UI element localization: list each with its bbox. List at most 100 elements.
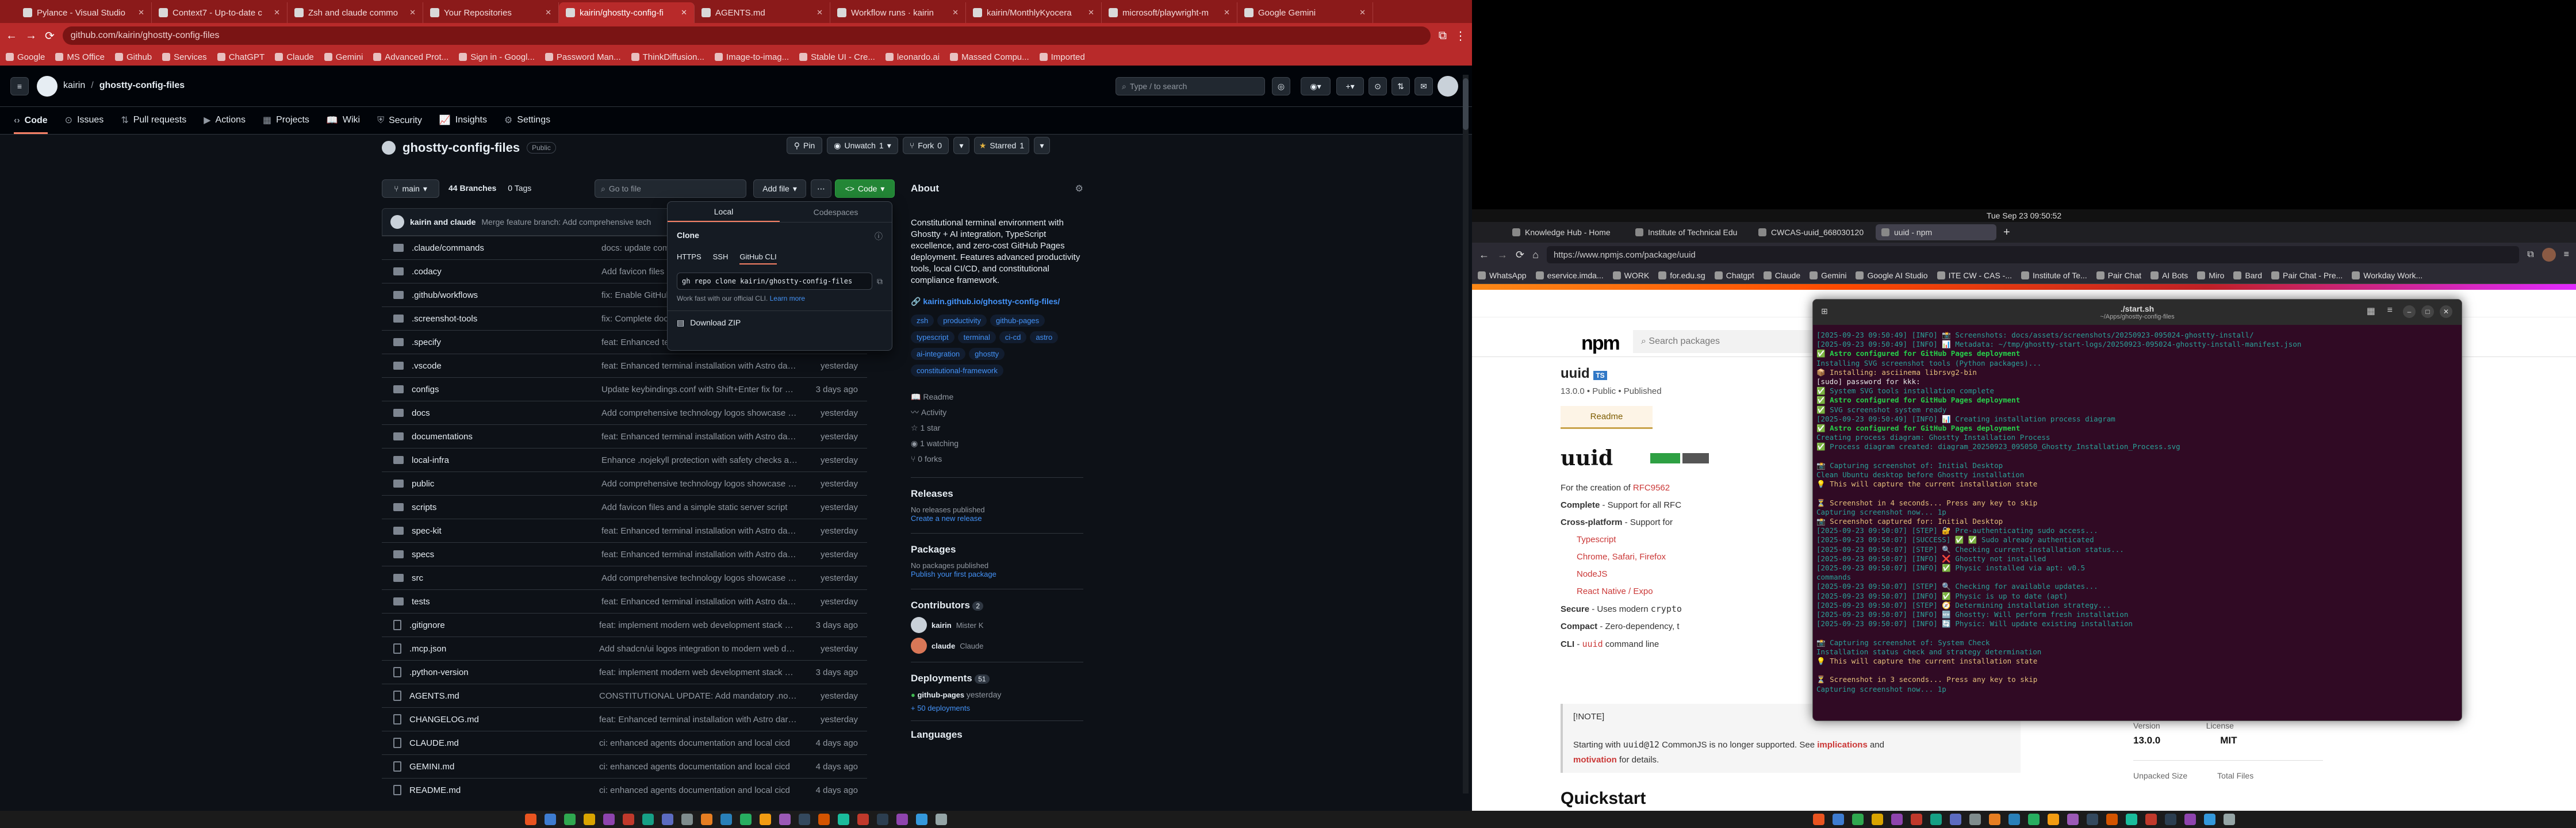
app-launcher-icon[interactable] (936, 814, 947, 825)
tab-local[interactable]: Local (668, 202, 780, 222)
browser-tab[interactable]: Pylance - Visual Studio ✕ (16, 2, 152, 23)
close-tab-icon[interactable]: ✕ (816, 8, 823, 17)
npm-logo[interactable]: npm (1581, 332, 1620, 355)
bookmark-item[interactable]: Password Man... (545, 52, 621, 62)
bookmark-item[interactable]: Miro (2197, 271, 2224, 280)
commit-authors[interactable]: kairin and claude (410, 217, 476, 227)
bookmark-item[interactable]: Sign in - Googl... (459, 52, 535, 62)
table-row[interactable]: .python-version feat: implement modern we… (382, 660, 867, 684)
table-row[interactable]: .vscode feat: Enhanced terminal installat… (382, 354, 867, 377)
browser-tab[interactable]: AGENTS.md ✕ (695, 2, 830, 23)
table-row[interactable]: local-infra Enhance .nojekyll protection … (382, 448, 867, 471)
file-name[interactable]: .vscode (412, 361, 601, 371)
notifications-icon[interactable]: ✉ (1414, 77, 1433, 95)
app-launcher-icon[interactable] (2008, 814, 2020, 825)
file-name[interactable]: scripts (412, 503, 601, 512)
topic-tag[interactable]: astro (1030, 331, 1059, 343)
extensions-icon[interactable]: ⧉ (2527, 250, 2533, 260)
browser-tab[interactable]: kairin/MonthlyKyocera ✕ (966, 2, 1102, 23)
platform-link[interactable]: Chrome, Safari, Firefox (1561, 549, 1733, 566)
app-launcher-icon[interactable] (681, 814, 693, 825)
app-launcher-icon[interactable] (818, 814, 830, 825)
bookmark-item[interactable]: Github (114, 52, 152, 62)
new-tab-icon[interactable]: ⊞ (1821, 306, 1828, 316)
app-launcher-icon[interactable] (1950, 814, 1961, 825)
motivation-link[interactable]: motivation (1573, 755, 1617, 765)
commit-message[interactable]: feat: Enhanced terminal installation wit… (599, 715, 798, 724)
app-launcher-icon[interactable] (1833, 814, 1844, 825)
commit-message[interactable]: Add shadcn/ui logos integration to moder… (599, 644, 798, 654)
tab-codespaces[interactable]: Codespaces (780, 202, 892, 222)
app-launcher-icon[interactable] (740, 814, 752, 825)
app-launcher-icon[interactable] (2224, 814, 2235, 825)
app-launcher-icon[interactable] (564, 814, 576, 825)
tab-wiki[interactable]: 📖 Wiki (327, 114, 360, 134)
app-launcher-icon[interactable] (1911, 814, 1922, 825)
table-row[interactable]: tests feat: Enhanced terminal installatio… (382, 589, 867, 613)
commit-message[interactable]: ci: enhanced agents documentation and lo… (599, 785, 798, 795)
forward-icon[interactable]: → (1497, 249, 1508, 261)
app-launcher-icon[interactable] (1930, 814, 1942, 825)
tab-insights[interactable]: 📈 Insights (439, 114, 487, 134)
hamburger-button[interactable]: ≡ (10, 77, 29, 95)
close-tab-icon[interactable]: ✕ (681, 8, 687, 17)
bookmark-item[interactable]: ITE CW - CAS -... (1937, 271, 2012, 280)
browser-tab[interactable]: uuid - npm (1876, 224, 1996, 240)
app-launcher-icon[interactable] (662, 814, 673, 825)
bookmark-item[interactable]: leonardo.ai (885, 52, 940, 62)
bookmark-item[interactable]: Stable UI - Cre... (799, 52, 875, 62)
app-launcher-icon[interactable] (720, 814, 732, 825)
table-row[interactable]: .mcp.json Add shadcn/ui logos integration… (382, 637, 867, 660)
file-name[interactable]: .screenshot-tools (412, 314, 601, 324)
table-row[interactable]: spec-kit feat: Enhanced terminal installa… (382, 519, 867, 542)
table-row[interactable]: public Add comprehensive technology logos… (382, 471, 867, 495)
commit-message[interactable]: feat: Enhanced terminal installation wit… (601, 597, 798, 607)
browser-tab[interactable]: Knowledge Hub - Home (1506, 224, 1627, 240)
file-name[interactable]: AGENTS.md (409, 691, 599, 701)
close-tab-icon[interactable]: ✕ (138, 8, 144, 17)
file-name[interactable]: spec-kit (412, 526, 601, 536)
pin-button[interactable]: ⚲ Pin (787, 137, 822, 154)
topic-tag[interactable]: terminal (957, 331, 996, 343)
topic-tag[interactable]: ci-cd (999, 331, 1027, 343)
app-launcher-icon[interactable] (623, 814, 634, 825)
deployments-title[interactable]: Deployments (911, 673, 972, 684)
tab-issues[interactable]: ⊙ Issues (65, 114, 104, 134)
fork-menu-button[interactable]: ▾ (953, 137, 969, 154)
close-button[interactable]: ✕ (2440, 305, 2452, 318)
file-name[interactable]: .github/workflows (412, 290, 601, 300)
file-name[interactable]: .specify (412, 338, 601, 347)
split-icon[interactable]: ▦ (2367, 305, 2375, 317)
owner-link[interactable]: kairin (63, 80, 85, 91)
bookmark-item[interactable]: eservice.imda... (1535, 271, 1604, 280)
file-name[interactable]: CHANGELOG.md (409, 715, 599, 724)
bookmark-item[interactable]: Workday Work... (2352, 271, 2422, 280)
file-name[interactable]: .codacy (412, 267, 601, 277)
app-launcher-icon[interactable] (2087, 814, 2098, 825)
close-tab-icon[interactable]: ✕ (1088, 8, 1094, 17)
address-bar[interactable]: github.com/kairin/ghostty-config-files (62, 26, 1431, 45)
bookmark-item[interactable]: AI Bots (2150, 271, 2188, 280)
app-launcher-icon[interactable] (2126, 814, 2137, 825)
file-name[interactable]: .gitignore (409, 620, 599, 630)
star-menu-button[interactable]: ▾ (1034, 137, 1050, 154)
file-name[interactable]: local-infra (412, 455, 601, 465)
table-row[interactable]: .gitignore feat: implement modern web dev… (382, 613, 867, 637)
browser-tab[interactable]: Context7 - Up-to-date c ✕ (152, 2, 288, 23)
address-bar[interactable]: https://www.npmjs.com/package/uuid (1546, 246, 2520, 263)
bookmark-item[interactable]: WhatsApp (1478, 271, 1527, 280)
file-name[interactable]: GEMINI.md (409, 762, 599, 772)
publish-package-link[interactable]: Publish your first package (911, 570, 1083, 578)
commit-message[interactable]: feat: implement modern web development s… (599, 668, 798, 677)
bookmark-item[interactable]: Gemini (324, 52, 363, 62)
file-name[interactable]: public (412, 479, 601, 489)
bookmark-item[interactable]: Bard (2233, 271, 2262, 280)
close-tab-icon[interactable]: ✕ (545, 8, 551, 17)
browser-tab[interactable]: Institute of Technical Edu (1630, 224, 1750, 240)
watching-link[interactable]: ◉ 1 watching (911, 436, 1083, 451)
table-row[interactable]: src Add comprehensive technology logos sh… (382, 566, 867, 589)
bookmark-item[interactable]: WORK (1612, 271, 1649, 280)
app-launcher-icon[interactable] (584, 814, 595, 825)
app-launcher-icon[interactable] (1969, 814, 1981, 825)
issues-icon[interactable]: ⊙ (1368, 77, 1387, 95)
